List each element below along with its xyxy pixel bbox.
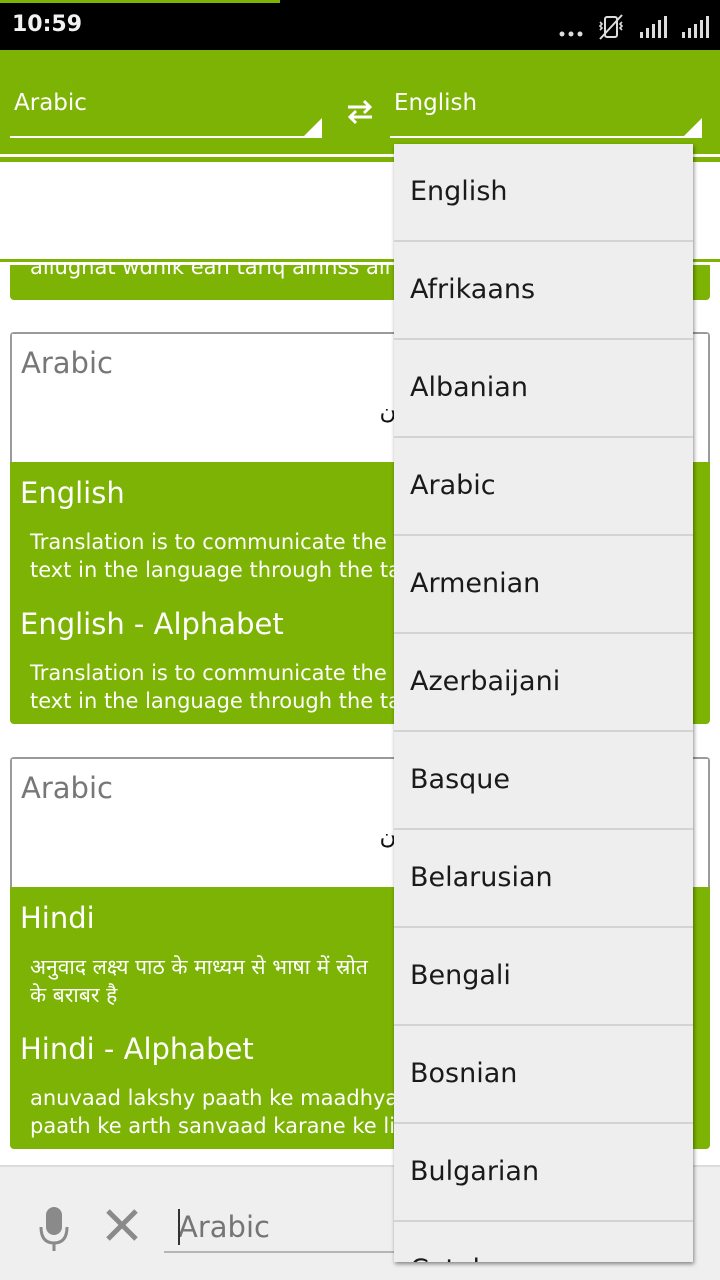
signal-icon [640,16,667,38]
target-language-spinner[interactable]: English [390,90,702,138]
swap-arrows-icon[interactable] [342,94,378,130]
partial-transliteration-text: allughat wdhlk ean tariq alnhss ali [30,265,391,279]
dropdown-item-label: Albanian [410,372,528,403]
language-dropdown-list[interactable]: English Afrikaans Albanian Arabic Armenian Az… [394,144,693,1262]
dropdown-item-label: Arabic [410,470,496,501]
dropdown-item-bulgarian[interactable]: Bulgarian [394,1124,693,1222]
dropdown-item-label: Afrikaans [410,274,536,305]
more-dots-icon [559,31,583,37]
dropdown-triangle-icon [304,118,322,136]
status-icons [558,12,710,42]
dropdown-item-armenian[interactable]: Armenian [394,536,693,634]
dropdown-item-belarusian[interactable]: Belarusian [394,830,693,928]
dropdown-item-basque[interactable]: Basque [394,732,693,830]
dropdown-item-azerbaijani[interactable]: Azerbaijani [394,634,693,732]
status-bar: 10:59 [0,0,720,50]
dropdown-item-label: Catalan [410,1254,514,1262]
dropdown-item-label: Bulgarian [410,1156,540,1187]
card-alphabet-language: Hindi - Alphabet [20,1032,254,1066]
dropdown-item-label: Basque [410,764,510,795]
target-language-label: English [394,90,478,116]
dropdown-item-label: Bosnian [410,1058,518,1089]
dropdown-item-label: Belarusian [410,862,553,893]
dropdown-item-albanian[interactable]: Albanian [394,340,693,438]
dropdown-item-afrikaans[interactable]: Afrikaans [394,242,693,340]
signal-icon [682,16,709,38]
dropdown-triangle-icon [684,118,702,136]
card-source-language: Arabic [21,346,113,380]
dropdown-item-catalan[interactable]: Catalan [394,1222,693,1262]
source-language-label: Arabic [14,90,87,116]
dropdown-item-label: Bengali [410,960,511,991]
status-time: 10:59 [12,12,83,37]
close-icon[interactable] [104,1207,140,1243]
microphone-icon[interactable] [38,1205,70,1253]
dropdown-item-arabic[interactable]: Arabic [394,438,693,536]
card-source-language: Arabic [21,771,113,805]
card-alphabet-language: English - Alphabet [20,607,284,641]
vibrate-off-icon [598,14,624,40]
loading-progress-bar [0,0,280,3]
screen: 10:59 Arabic English allughat wdhlk ean … [0,0,720,1280]
dropdown-item-english[interactable]: English [394,144,693,242]
text-cursor [178,1209,180,1245]
card-translation-language: English [20,476,125,510]
dropdown-item-bosnian[interactable]: Bosnian [394,1026,693,1124]
dropdown-item-label: Azerbaijani [410,666,561,697]
dropdown-item-bengali[interactable]: Bengali [394,928,693,1026]
dropdown-item-label: Armenian [410,568,541,599]
source-language-spinner[interactable]: Arabic [10,90,322,138]
dropdown-item-label: English [410,176,508,207]
card-translation-language: Hindi [20,901,95,935]
